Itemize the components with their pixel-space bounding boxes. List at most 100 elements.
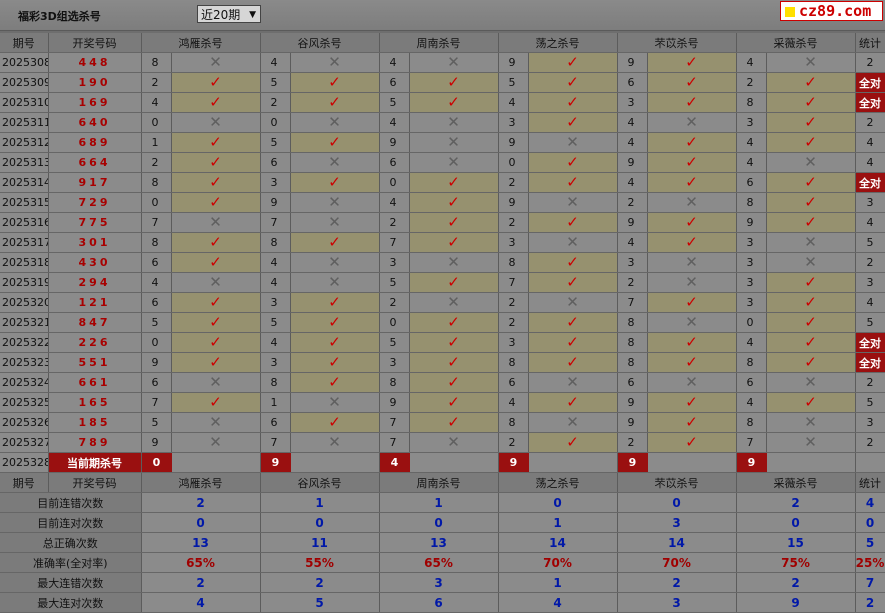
table-row: 2025311 640 0 ✕ 0 ✕ 4 ✕ 3 ✓ 4 ✕ 3 ✓ 2 (0, 112, 885, 133)
check-mark-icon: ✓ (328, 73, 341, 91)
stat-value: 15 (736, 532, 856, 553)
kill-result-cell: ✕ (528, 192, 618, 213)
kill-result-cell: ✓ (290, 312, 380, 333)
kill-number-cell: 9 (617, 52, 648, 73)
kill-number-cell: 7 (379, 432, 410, 453)
check-mark-icon: ✓ (566, 93, 579, 111)
kill-result-cell: ✓ (647, 392, 737, 413)
kill-result-cell: ✓ (290, 72, 380, 93)
draw-number-cell: 917 (48, 172, 142, 193)
kill-number-cell: 9 (617, 392, 648, 413)
check-mark-icon: ✓ (566, 253, 579, 271)
current-period-row: 2025328 当前期杀号 0 9 4 9 9 9 (0, 452, 885, 473)
kill-number-cell: 9 (617, 412, 648, 433)
period-cell: 2025314 (0, 172, 49, 193)
check-mark-icon: ✓ (447, 193, 460, 211)
kill-result-cell: ✓ (290, 132, 380, 153)
total-cell: 4 (855, 152, 885, 173)
col-draw-header: 开奖号码 (48, 33, 142, 53)
col-expert-header[interactable]: 芣苡杀号 (617, 33, 737, 53)
site-logo[interactable]: cz89.com (780, 1, 883, 21)
col-expert-header[interactable]: 芣苡杀号 (617, 472, 737, 493)
stat-value: 0 (617, 492, 737, 513)
check-mark-icon: ✓ (566, 273, 579, 291)
kill-number-cell: 6 (141, 372, 172, 393)
kill-number-cell: 4 (736, 152, 767, 173)
kill-result-cell: ✕ (766, 432, 856, 453)
stat-value: 1 (498, 572, 618, 593)
check-mark-icon: ✓ (447, 233, 460, 251)
col-expert-header[interactable]: 谷风杀号 (260, 33, 380, 53)
kill-result-cell: ✓ (171, 312, 261, 333)
col-expert-header[interactable]: 采薇杀号 (736, 33, 856, 53)
kill-number-cell: 2 (141, 72, 172, 93)
stat-value: 14 (617, 532, 737, 553)
kill-result-cell: ✕ (647, 252, 737, 273)
kill-number-cell: 2 (498, 172, 529, 193)
kill-result-cell: ✓ (647, 432, 737, 453)
kill-number-cell: 2 (736, 72, 767, 93)
kill-result-cell: ✓ (766, 332, 856, 353)
kill-number-cell: 2 (141, 152, 172, 173)
page-title: 福彩3D组选杀号 (18, 10, 101, 23)
check-mark-icon: ✓ (209, 293, 222, 311)
check-mark-icon: ✓ (328, 333, 341, 351)
col-expert-header[interactable]: 鸿雁杀号 (141, 33, 261, 53)
col-expert-header[interactable]: 周南杀号 (379, 33, 499, 53)
cross-mark-icon: ✕ (447, 253, 460, 271)
kill-number-cell: 6 (736, 172, 767, 193)
col-expert-header[interactable]: 采薇杀号 (736, 472, 856, 493)
stat-value: 2 (617, 572, 737, 593)
kill-number-cell: 8 (617, 312, 648, 333)
kill-number-cell: 8 (260, 372, 291, 393)
stat-total: 0 (855, 512, 885, 533)
check-mark-icon: ✓ (685, 173, 698, 191)
kill-result-cell: ✓ (647, 212, 737, 233)
col-expert-header[interactable]: 荡之杀号 (498, 33, 618, 53)
col-expert-header[interactable]: 鸿雁杀号 (141, 472, 261, 493)
kill-number-cell: 8 (498, 252, 529, 273)
check-mark-icon: ✓ (328, 173, 341, 191)
stat-value: 2 (736, 492, 856, 513)
kill-result-cell: ✓ (409, 92, 499, 113)
kill-result-cell: ✕ (290, 52, 380, 73)
kill-result-cell: ✓ (409, 72, 499, 93)
kill-number-cell: 6 (260, 152, 291, 173)
check-mark-icon: ✓ (447, 173, 460, 191)
check-mark-icon: ✓ (685, 293, 698, 311)
cross-mark-icon: ✕ (685, 253, 698, 271)
stat-value: 5 (260, 592, 380, 613)
kill-number-cell: 6 (736, 372, 767, 393)
kill-number-cell: 6 (141, 292, 172, 313)
stat-value: 9 (736, 592, 856, 613)
stat-value: 55% (260, 552, 380, 573)
kill-result-cell: ✓ (528, 332, 618, 353)
kill-result-cell: ✕ (766, 252, 856, 273)
col-expert-header[interactable]: 周南杀号 (379, 472, 499, 493)
check-mark-icon: ✓ (566, 353, 579, 371)
kill-result-cell: ✕ (409, 432, 499, 453)
kill-result-cell: ✕ (647, 192, 737, 213)
kill-number-cell: 3 (736, 232, 767, 253)
kill-number-cell: 3 (617, 92, 648, 113)
check-mark-icon: ✓ (328, 413, 341, 431)
kill-number-cell: 9 (260, 192, 291, 213)
period-range-select[interactable]: 近20期 ▼ (197, 5, 261, 23)
draw-number-cell: 551 (48, 352, 142, 373)
kill-number-cell: 4 (379, 192, 410, 213)
stat-value: 70% (498, 552, 618, 573)
current-total-cell (855, 452, 885, 473)
col-expert-header[interactable]: 荡之杀号 (498, 472, 618, 493)
kill-result-cell: ✕ (409, 52, 499, 73)
kill-number-cell: 2 (498, 212, 529, 233)
stat-value: 0 (141, 512, 261, 533)
kill-number-cell: 0 (379, 172, 410, 193)
stats-row: 最大连对次数 4 5 6 4 3 9 2 (0, 592, 885, 613)
col-expert-header[interactable]: 谷风杀号 (260, 472, 380, 493)
kill-result-cell: ✕ (528, 412, 618, 433)
kill-result-cell: ✓ (409, 272, 499, 293)
period-cell: 2025312 (0, 132, 49, 153)
kill-result-cell: ✓ (290, 232, 380, 253)
kill-number-cell: 8 (498, 412, 529, 433)
draw-number-cell: 294 (48, 272, 142, 293)
